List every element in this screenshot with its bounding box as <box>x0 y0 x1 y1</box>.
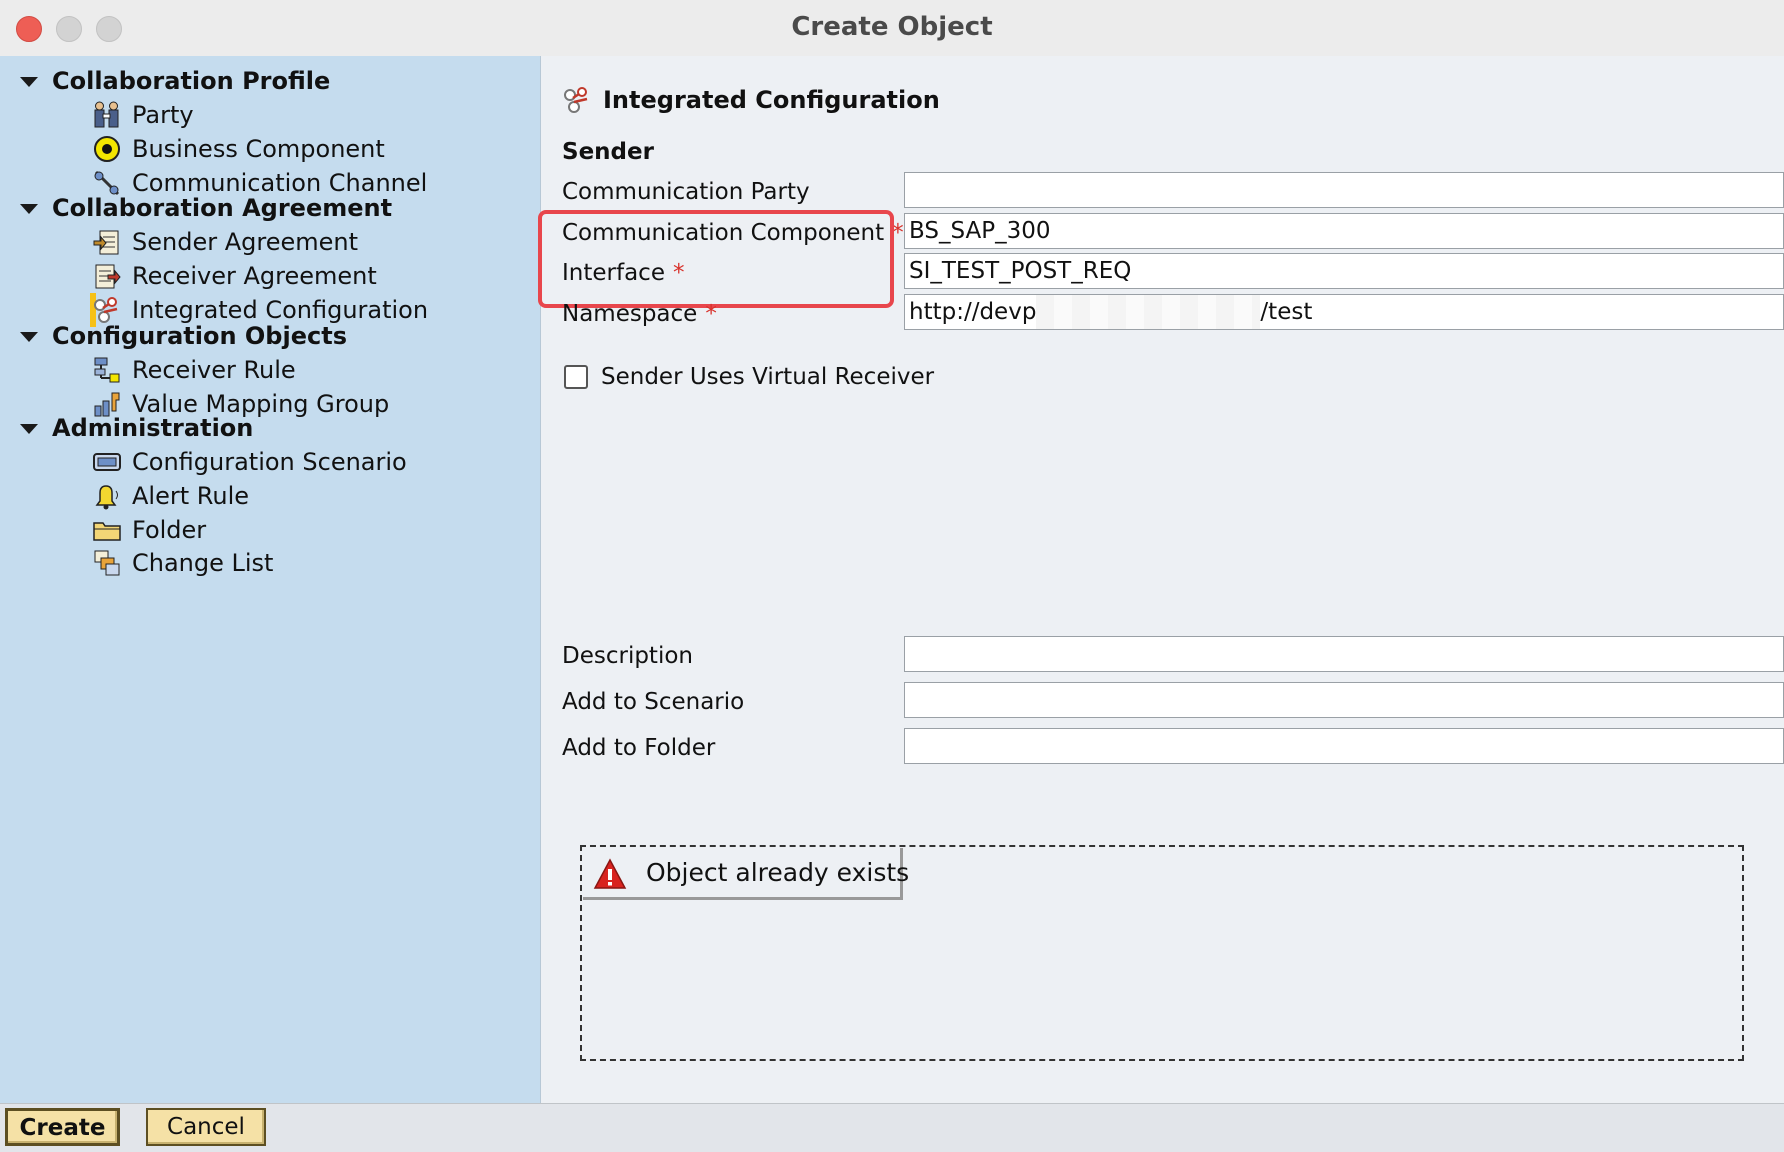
section-title-sender: Sender <box>562 139 654 165</box>
change-list-icon <box>94 550 120 576</box>
interface-field[interactable]: SI_TEST_POST_REQ <box>904 253 1784 289</box>
communication-party-label: Communication Party <box>562 179 810 205</box>
namespace-value-prefix: http://devp <box>909 299 1037 325</box>
object-form-panel: Integrated Configuration Sender Communic… <box>538 56 1784 1103</box>
party-icon <box>94 101 119 128</box>
required-marker: * <box>705 301 717 327</box>
tree-item-sender-agreement[interactable]: Sender Agreement <box>90 225 358 259</box>
message-area: Object already exists <box>580 845 1744 1061</box>
tree-item-label: Business Component <box>132 135 385 163</box>
tree-item-label: Party <box>132 101 194 129</box>
tree-item-label: Receiver Rule <box>132 356 296 384</box>
error-message: Object already exists <box>583 848 909 900</box>
expand-triangle-icon[interactable] <box>20 204 38 214</box>
tree-item-alert-rule[interactable]: Alert Rule <box>90 479 249 513</box>
tree-item-business-component[interactable]: Business Component <box>90 132 385 166</box>
warning-icon <box>593 858 627 889</box>
tree-group-label: Collaboration Profile <box>52 67 331 95</box>
integrated-configuration-icon <box>564 87 588 113</box>
tree-group-label: Configuration Objects <box>52 322 347 350</box>
namespace-label-text: Namespace <box>562 301 698 327</box>
folder-icon <box>93 522 121 541</box>
tree-item-label: Folder <box>132 516 207 544</box>
expand-triangle-icon[interactable] <box>20 332 38 342</box>
add-to-folder-label: Add to Folder <box>562 735 716 761</box>
sender-uses-virtual-receiver-checkbox[interactable] <box>564 365 588 389</box>
add-to-scenario-field[interactable] <box>904 682 1784 718</box>
expand-triangle-icon[interactable] <box>20 424 38 434</box>
tree-group-label: Administration <box>52 414 254 442</box>
receiver-agreement-icon <box>95 264 121 289</box>
description-label: Description <box>562 643 693 669</box>
namespace-label: Namespace * <box>562 294 717 334</box>
namespace-field[interactable]: http://devp/test <box>904 294 1784 330</box>
configuration-scenario-icon <box>93 453 121 471</box>
tree-item-label: Alert Rule <box>132 482 249 510</box>
tree-item-party[interactable]: Party <box>90 98 194 132</box>
tree-item-label: Change List <box>132 549 274 577</box>
object-type-tree: Collaboration Profile Party Business Com… <box>0 56 541 1103</box>
receiver-rule-icon <box>94 357 120 383</box>
tree-item-label: Configuration Scenario <box>132 448 407 476</box>
tree-item-folder[interactable]: Folder <box>90 513 206 547</box>
expand-triangle-icon[interactable] <box>20 77 38 87</box>
redacted-region <box>1036 295 1261 329</box>
create-object-window: Create Object Collaboration Profile Part… <box>0 0 1784 1152</box>
tree-item-configuration-scenario[interactable]: Configuration Scenario <box>90 445 407 479</box>
sender-uses-virtual-receiver-label: Sender Uses Virtual Receiver <box>601 364 935 390</box>
business-component-icon <box>94 136 120 162</box>
tree-item-label: Receiver Agreement <box>132 262 377 290</box>
namespace-value-suffix: /test <box>1260 299 1313 325</box>
form-heading-label: Integrated Configuration <box>603 86 940 114</box>
tree-item-label: Sender Agreement <box>132 228 358 256</box>
alert-rule-icon <box>95 485 118 510</box>
button-bar: Create Cancel <box>0 1103 1784 1152</box>
tree-item-receiver-rule[interactable]: Receiver Rule <box>90 353 296 387</box>
tree-item-receiver-agreement[interactable]: Receiver Agreement <box>90 259 377 293</box>
window-title: Create Object <box>791 12 993 42</box>
create-button[interactable]: Create <box>5 1108 120 1146</box>
sender-agreement-icon <box>93 230 119 255</box>
add-to-scenario-label: Add to Scenario <box>562 689 745 715</box>
communication-party-field[interactable] <box>904 172 1784 208</box>
tree-item-change-list[interactable]: Change List <box>90 546 273 580</box>
title-bar: Create Object <box>0 0 1784 57</box>
cancel-button[interactable]: Cancel <box>146 1108 266 1146</box>
error-message-text: Object already exists <box>646 858 910 887</box>
tree-group-label: Collaboration Agreement <box>52 194 393 222</box>
communication-component-field[interactable]: BS_SAP_300 <box>904 213 1784 249</box>
description-field[interactable] <box>904 636 1784 672</box>
add-to-folder-field[interactable] <box>904 728 1784 764</box>
